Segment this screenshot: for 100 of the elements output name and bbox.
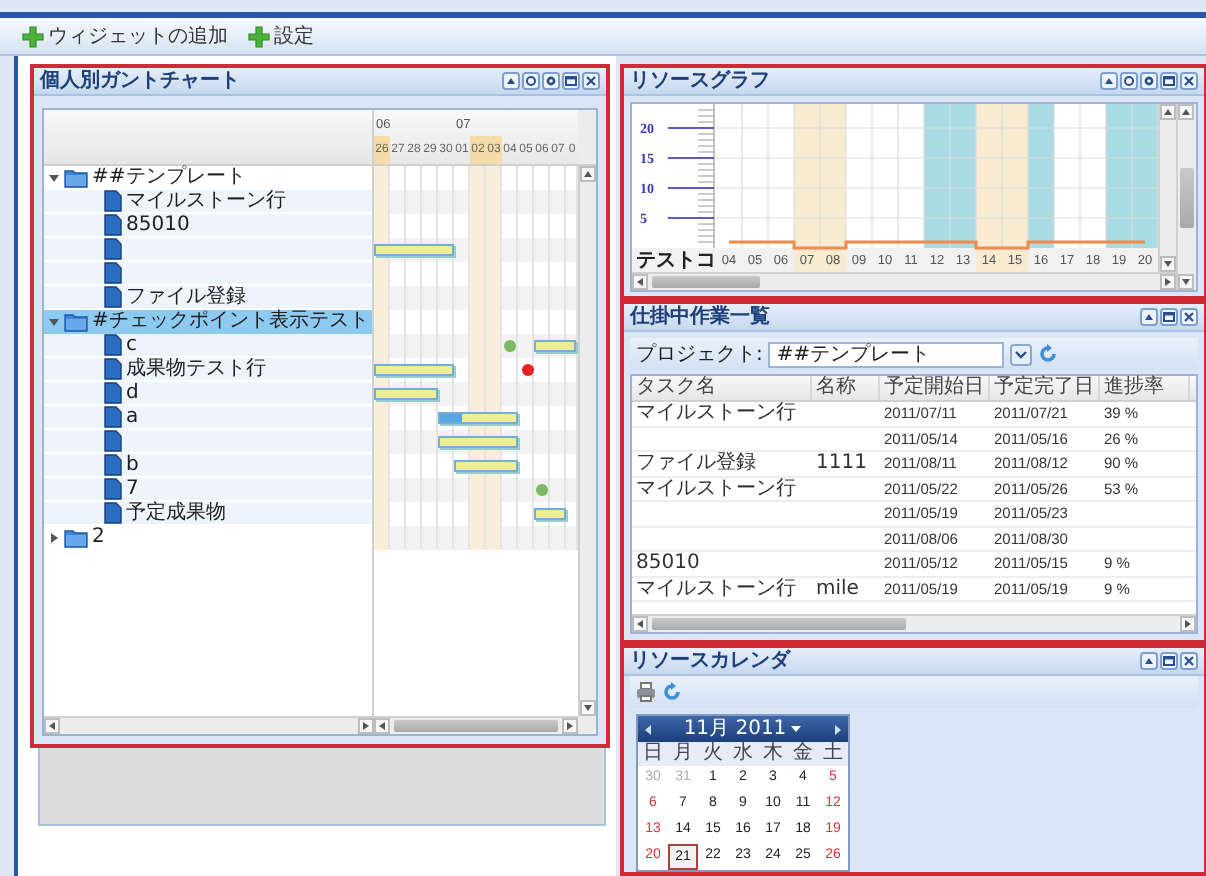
toolbar-button[interactable]: ウィジェットの追加 <box>20 20 230 52</box>
scrollbar-thumb[interactable] <box>652 276 761 288</box>
tree-item[interactable]: 予定成果物 <box>44 502 372 526</box>
horizontal-scrollbar[interactable] <box>632 272 1176 290</box>
caret-right-icon[interactable] <box>48 532 60 544</box>
previous-month-icon[interactable] <box>642 723 654 735</box>
arrow-left-icon[interactable] <box>44 718 60 734</box>
next-month-icon[interactable] <box>831 723 844 735</box>
table-cell-text: 85010 <box>634 552 702 575</box>
arrow-up-icon[interactable] <box>1178 104 1194 120</box>
horizontal-scrollbar[interactable] <box>374 716 578 734</box>
table-cell-text: 1111 <box>814 452 869 475</box>
weekday-label: 木 <box>758 742 788 766</box>
refresh-icon[interactable] <box>1120 72 1138 90</box>
scrollbar-corner <box>578 716 596 734</box>
scrollbar-thumb[interactable] <box>652 618 906 630</box>
arrow-right-icon[interactable] <box>1180 616 1196 632</box>
tree-item[interactable]: a <box>44 406 372 430</box>
tree-item[interactable] <box>44 262 372 286</box>
toolbar-button[interactable]: 設定 <box>246 20 316 52</box>
row-label: テストコ <box>636 250 716 272</box>
tree-item[interactable] <box>44 430 372 454</box>
document-icon <box>104 382 122 404</box>
arrow-down-icon[interactable] <box>1160 256 1176 272</box>
arrow-up-icon[interactable] <box>580 166 596 182</box>
arrow-right-icon[interactable] <box>1160 274 1176 290</box>
column-header[interactable]: 予定完了日 <box>990 376 1100 400</box>
document-icon <box>104 502 122 524</box>
maximize-icon[interactable] <box>1160 308 1178 326</box>
panel-title: リソースカレンダ <box>630 649 793 673</box>
milestone-dot[interactable] <box>504 340 516 352</box>
settings-icon[interactable] <box>542 72 560 90</box>
arrow-left-icon[interactable] <box>374 718 390 734</box>
panel-title: リソースグラフ <box>630 69 772 93</box>
collapse-icon[interactable] <box>502 72 520 90</box>
collapse-icon[interactable] <box>1140 308 1158 326</box>
weekday-label: 金 <box>788 742 818 766</box>
scrollbar-thumb[interactable] <box>394 720 558 732</box>
dropdown-button[interactable] <box>1010 343 1033 365</box>
arrow-up-icon[interactable] <box>1160 104 1176 120</box>
arrow-left-icon[interactable] <box>632 616 648 632</box>
close-icon[interactable] <box>1180 308 1198 326</box>
document-icon <box>104 430 122 452</box>
folder-icon <box>64 168 88 188</box>
horizontal-scrollbar[interactable] <box>632 614 1196 632</box>
table-cell-text: マイルストーン行 <box>634 402 798 425</box>
settings-icon[interactable] <box>1140 72 1158 90</box>
refresh-icon[interactable] <box>522 72 540 90</box>
caret-down-icon[interactable] <box>48 316 60 328</box>
tree-item[interactable]: ファイル登録 <box>44 286 372 310</box>
close-icon[interactable] <box>1180 652 1198 670</box>
arrow-right-icon[interactable] <box>358 718 374 734</box>
arrow-down-icon[interactable] <box>580 700 596 716</box>
tree-item[interactable]: 成果物テスト行 <box>44 358 372 382</box>
vertical-scrollbar[interactable] <box>578 166 596 716</box>
maximize-icon[interactable] <box>1160 72 1178 90</box>
table-cell-text: マイルストーン行 <box>634 477 798 500</box>
tree-item[interactable]: マイルストーン行 <box>44 190 372 214</box>
document-icon <box>104 214 122 236</box>
column-header[interactable]: 進捗率 <box>1100 376 1190 400</box>
close-icon[interactable] <box>582 72 600 90</box>
document-icon <box>104 478 122 500</box>
plus-icon <box>248 25 270 47</box>
vertical-scrollbar[interactable] <box>1158 104 1176 272</box>
milestone-dot[interactable] <box>536 484 548 496</box>
document-icon <box>104 238 122 260</box>
table-cell-text: マイルストーン行 <box>634 577 798 600</box>
column-header[interactable]: 予定開始日 <box>880 376 990 400</box>
maximize-icon[interactable] <box>562 72 580 90</box>
weekday-label: 日 <box>638 742 668 766</box>
vertical-scrollbar[interactable] <box>1176 104 1196 290</box>
column-header[interactable]: タスク名 <box>632 376 812 400</box>
table-cell-text: mile <box>814 577 861 600</box>
weekday-label: 水 <box>728 742 758 766</box>
tree-item[interactable]: 7 <box>44 478 372 502</box>
caret-down-icon <box>790 724 803 734</box>
column-header[interactable]: 名称 <box>812 376 880 400</box>
milestone-dot[interactable] <box>521 364 534 376</box>
caret-down-icon[interactable] <box>48 172 60 184</box>
arrow-right-icon[interactable] <box>562 718 578 734</box>
arrow-down-icon[interactable] <box>1178 274 1194 290</box>
tree-item[interactable]: b <box>44 454 372 478</box>
arrow-left-icon[interactable] <box>632 274 648 290</box>
horizontal-scrollbar[interactable] <box>44 716 374 734</box>
tree-item[interactable]: #チェックポイント表示テスト <box>44 310 372 334</box>
folder-icon <box>64 528 88 548</box>
tree-item[interactable] <box>44 238 372 262</box>
document-icon <box>104 334 122 356</box>
close-icon[interactable] <box>1180 72 1198 90</box>
printer-icon[interactable] <box>636 682 656 702</box>
tree-item[interactable]: 85010 <box>44 214 372 238</box>
weekday-label: 火 <box>698 742 728 766</box>
scrollbar-thumb[interactable] <box>1179 167 1193 227</box>
tree-item[interactable]: d <box>44 382 372 406</box>
collapse-icon[interactable] <box>1100 72 1118 90</box>
tree-item[interactable]: c <box>44 334 372 358</box>
project-select[interactable]: ##テンプレート <box>768 341 1005 367</box>
panel-title: 仕掛中作業一覧 <box>630 305 772 329</box>
maximize-icon[interactable] <box>1160 652 1178 670</box>
collapse-icon[interactable] <box>1140 652 1158 670</box>
